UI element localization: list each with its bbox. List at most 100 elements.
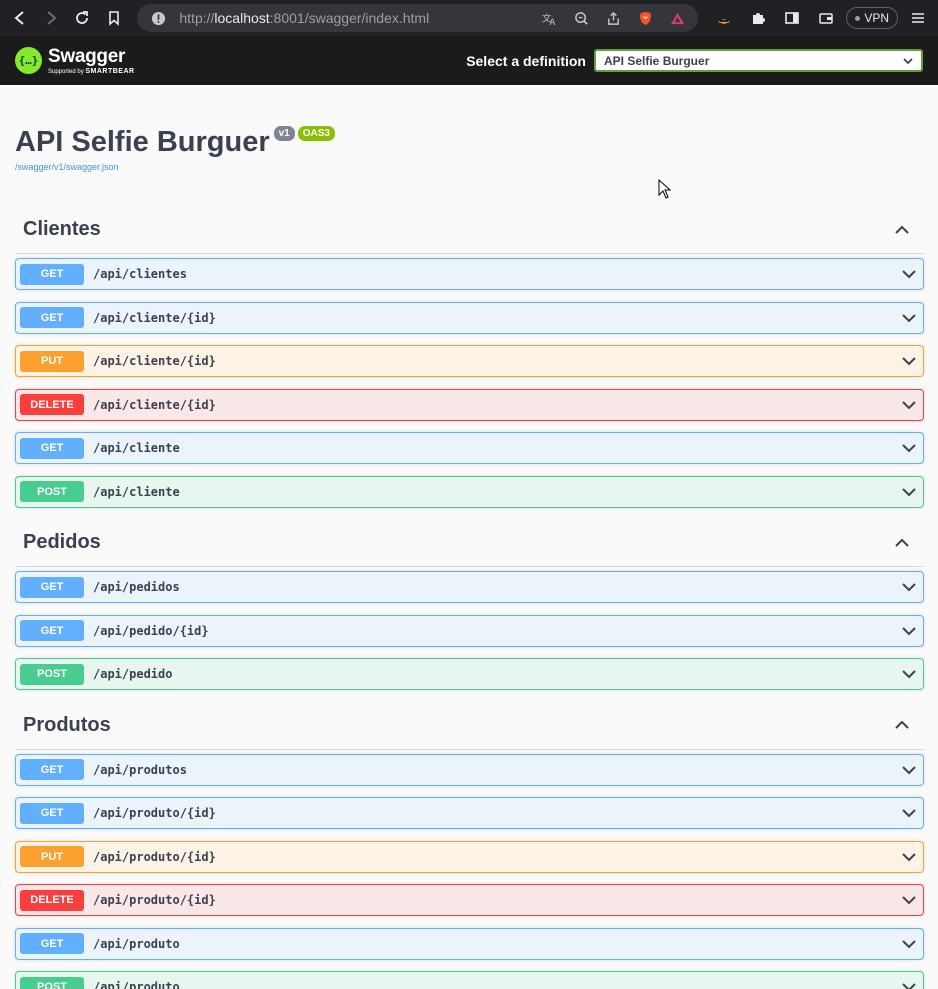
operations-list: GET/api/clientes GET/api/cliente/{id} PUT /… <box>15 254 924 508</box>
swagger-logo-icon: {…} <box>15 47 42 74</box>
tag-section-pedidos: Pedidos GET/api/pedidos GET/api/pedido/{id… <box>15 519 924 690</box>
share-icon[interactable] <box>602 7 624 29</box>
operation-put[interactable]: PUT/api/cliente/{id} <box>15 345 924 377</box>
translate-icon[interactable]: 文A <box>538 7 560 29</box>
chevron-up-icon <box>895 720 909 729</box>
method-badge: GET <box>20 263 84 285</box>
method-badge: GET <box>20 759 84 780</box>
method-badge: GET <box>20 576 84 598</box>
operation-path: /api/clientes <box>93 267 187 281</box>
operation-get[interactable]: GET/api/produtos <box>15 753 924 786</box>
swagger-topbar: {…} Swagger Supported by SMARTBEAR Selec… <box>0 36 938 85</box>
forward-icon[interactable] <box>37 4 64 32</box>
operations-list: GET/api/produtos GET/api/produto/{id} PUT /… <box>15 750 924 989</box>
operation-get[interactable]: GET/api/produto <box>15 927 924 960</box>
operation-get[interactable]: GET/api/cliente/{id} <box>15 301 924 334</box>
operation-path: /api/cliente/{id} <box>93 354 216 368</box>
operation-path: /api/cliente/{id} <box>93 397 216 412</box>
address-bar[interactable]: http://localhost:8001/swagger/index.html… <box>137 4 699 32</box>
operation-path: /api/produto <box>93 980 180 989</box>
operation-post[interactable]: POST/api/pedido <box>15 658 924 690</box>
oas-badge: OAS3 <box>297 126 335 141</box>
chevron-down-icon[interactable] <box>901 484 917 500</box>
tag-name: Clientes <box>23 218 101 240</box>
chevron-down-icon[interactable] <box>901 579 917 595</box>
extension-icon[interactable] <box>710 4 738 32</box>
method-badge: DELETE <box>20 889 84 911</box>
tag-name: Pedidos <box>23 531 101 553</box>
svg-text:A: A <box>549 17 555 26</box>
extensions-row: VPN <box>710 4 932 32</box>
operations-list: GET/api/pedidos GET/api/pedido/{id} POST/a… <box>15 567 924 690</box>
chevron-down-icon[interactable] <box>901 805 917 821</box>
definition-selector: Select a definition API Selfie Burguer <box>466 49 923 72</box>
method-badge: GET <box>20 437 84 459</box>
spec-link[interactable]: /swagger/v1/swagger.json <box>15 162 924 172</box>
sidebar-icon[interactable] <box>778 4 806 32</box>
method-badge: GET <box>20 620 84 641</box>
back-icon[interactable] <box>6 4 33 32</box>
operation-get[interactable]: GET/api/cliente <box>15 432 924 464</box>
chevron-down-icon[interactable] <box>901 266 917 282</box>
tag-section-produtos: Produtos GET/api/produtos GET/api/produto/… <box>15 702 924 989</box>
method-badge: PUT <box>20 350 84 372</box>
operation-path: /api/pedidos <box>93 580 180 594</box>
operation-path: /api/pedido <box>93 667 173 681</box>
chevron-down-icon[interactable] <box>901 310 917 326</box>
site-info-icon[interactable] <box>147 7 169 29</box>
logo-name: Swagger <box>48 45 126 67</box>
operation-path: /api/produto <box>93 936 180 951</box>
method-badge: GET <box>20 307 84 328</box>
operation-post[interactable]: POST/api/produto <box>15 971 924 989</box>
chevron-down-icon[interactable] <box>901 849 917 865</box>
chevron-down-icon[interactable] <box>901 762 917 778</box>
chevron-down-icon[interactable] <box>901 397 917 413</box>
method-badge: DELETE <box>20 394 84 415</box>
version-badge: v1 <box>273 126 295 141</box>
menu-icon[interactable] <box>904 4 932 32</box>
operation-get[interactable]: GET/api/pedidos <box>15 571 924 603</box>
method-badge: PUT <box>20 846 84 867</box>
url-scheme: http:// <box>179 10 215 26</box>
operation-get[interactable]: GET/api/pedido/{id} <box>15 614 924 647</box>
brave-shields-icon[interactable] <box>634 7 656 29</box>
operation-path: /api/cliente <box>93 441 180 455</box>
definition-value: API Selfie Burguer <box>604 53 710 68</box>
puzzle-icon[interactable] <box>744 4 772 32</box>
operation-delete[interactable]: DELETE/api/cliente/{id} <box>15 388 924 421</box>
operation-put[interactable]: PUT/api/produto/{id} <box>15 840 924 873</box>
swagger-logo[interactable]: {…} Swagger Supported by SMARTBEAR <box>15 47 135 75</box>
tag-header[interactable]: Clientes <box>15 206 924 254</box>
tag-header[interactable]: Produtos <box>15 702 924 750</box>
chevron-down-icon[interactable] <box>901 892 917 908</box>
operation-path: /api/produto/{id} <box>93 893 216 907</box>
tag-name: Produtos <box>23 713 111 736</box>
operation-path: /api/produto/{id} <box>93 806 216 820</box>
definition-label: Select a definition <box>466 52 586 69</box>
url-text[interactable]: http://localhost:8001/swagger/index.html <box>179 10 528 26</box>
chevron-down-icon[interactable] <box>901 353 917 369</box>
operation-path: /api/produtos <box>93 762 187 777</box>
rewards-icon[interactable] <box>666 7 688 29</box>
bookmark-icon[interactable] <box>100 4 127 32</box>
reload-icon[interactable] <box>69 4 96 32</box>
operation-post[interactable]: POST/api/cliente <box>15 475 924 508</box>
chevron-down-icon[interactable] <box>901 623 917 639</box>
operation-path: /api/produto/{id} <box>93 849 216 864</box>
operation-get[interactable]: GET/api/produto/{id} <box>15 797 924 829</box>
chevron-down-icon[interactable] <box>901 440 917 456</box>
operation-get[interactable]: GET/api/clientes <box>15 258 924 290</box>
chevron-down-icon[interactable] <box>901 979 917 989</box>
main-content: API Selfie Burguer v1 OAS3 /swagger/v1/s… <box>0 85 938 989</box>
vpn-label: VPN <box>864 11 890 25</box>
operation-delete[interactable]: DELETE/api/produto/{id} <box>15 884 924 916</box>
vpn-status-dot <box>855 15 861 21</box>
zoom-icon[interactable] <box>570 7 592 29</box>
mouse-cursor-icon <box>658 179 672 199</box>
tag-header[interactable]: Pedidos <box>15 519 924 567</box>
chevron-down-icon[interactable] <box>901 666 917 682</box>
wallet-icon[interactable] <box>812 4 840 32</box>
chevron-down-icon[interactable] <box>901 936 917 952</box>
definition-select[interactable]: API Selfie Burguer <box>594 49 923 72</box>
vpn-button[interactable]: VPN <box>846 7 899 29</box>
